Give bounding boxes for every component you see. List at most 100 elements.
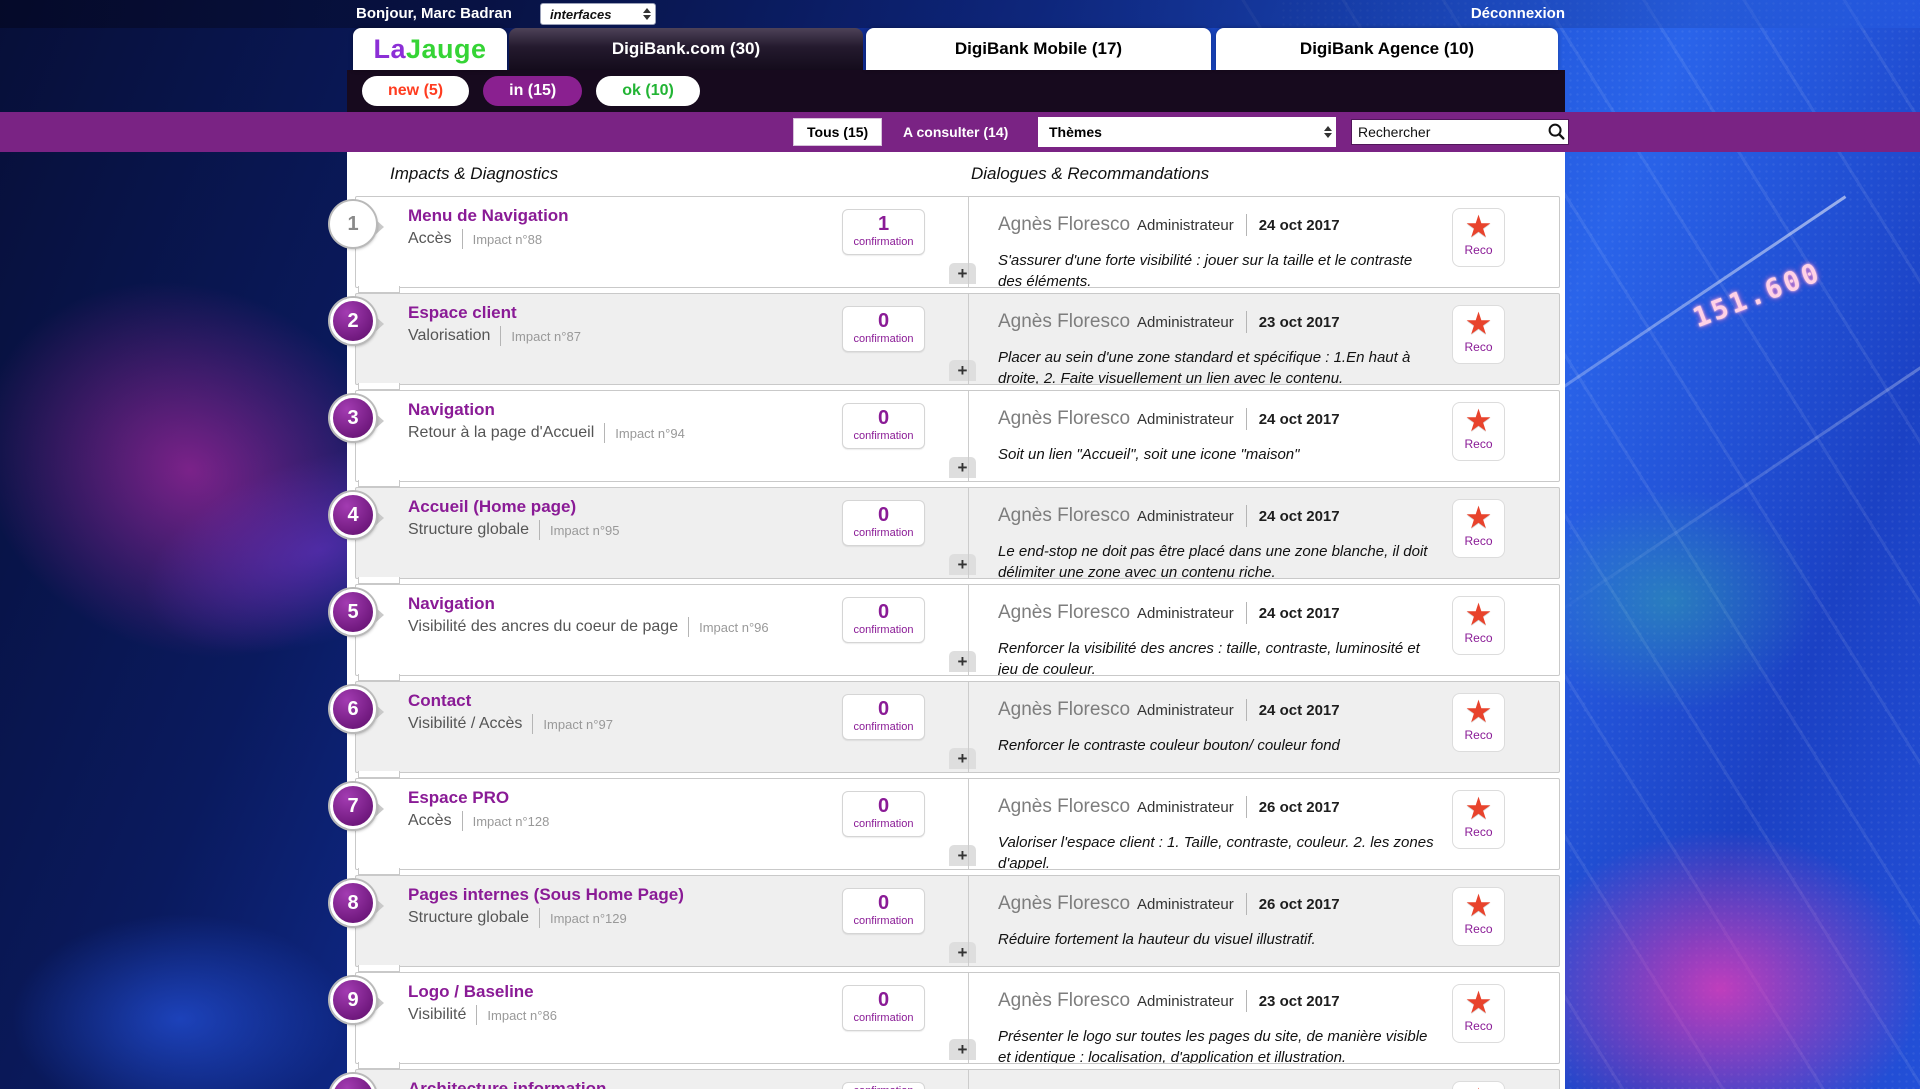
interface-select[interactable]: interfaces — [540, 3, 656, 25]
logout-link[interactable]: Déconnexion — [1471, 5, 1565, 22]
impact-number-badge: 4 — [330, 492, 384, 542]
author-name: Agnès Floresco — [998, 311, 1130, 333]
reco-star-badge[interactable]: ★ Reco — [1452, 499, 1505, 558]
confirmation-counter[interactable]: 0 confirmation — [842, 306, 925, 352]
dialogue-section: Agnès Floresco Administrateur 24 oct 201… — [969, 488, 1559, 578]
star-icon: ★ — [1453, 404, 1504, 438]
filter-a-consulter-button[interactable]: A consulter (14) — [903, 112, 1008, 152]
lajauge-logo-tab[interactable]: LaJauge — [353, 28, 507, 70]
author-name: Agnès Floresco — [998, 796, 1130, 818]
author-name: Agnès Floresco — [998, 214, 1130, 236]
impact-title[interactable]: Pages internes (Sous Home Page) — [408, 885, 684, 905]
impact-title[interactable]: Espace PRO — [408, 788, 509, 808]
impact-row: 3 Navigation Retour à la page d'Accueil … — [355, 390, 1560, 482]
impact-title[interactable]: Accueil (Home page) — [408, 497, 576, 517]
reco-star-badge[interactable]: ★ Reco — [1452, 984, 1505, 1043]
author-role: Administrateur — [1137, 314, 1234, 331]
reco-label: Reco — [1453, 729, 1504, 742]
separator — [1246, 311, 1247, 333]
author-line: Agnès Floresco Administrateur 23 oct 201… — [998, 990, 1340, 1012]
author-role: Administrateur — [1137, 799, 1234, 816]
confirmation-counter[interactable]: 1 confirmation — [842, 209, 925, 255]
impact-row: 5 Navigation Visibilité des ancres du co… — [355, 584, 1560, 676]
themes-select[interactable]: Thèmes — [1038, 117, 1336, 147]
confirmation-counter[interactable]: 0 confirmation — [842, 694, 925, 740]
impact-number-badge: 10 — [330, 1074, 384, 1089]
impact-subtitle: Valorisation Impact n°87 — [408, 326, 581, 346]
author-line: Agnès Floresco Administrateur 24 oct 201… — [998, 408, 1340, 430]
reco-star-badge[interactable]: ★ Reco — [1452, 887, 1505, 946]
impact-subtitle: Accès Impact n°128 — [408, 811, 549, 831]
reco-star-badge[interactable]: ★ Reco — [1452, 1081, 1505, 1089]
impact-row: 1 Menu de Navigation Accès Impact n°88 1… — [355, 196, 1560, 288]
filter-tous-button[interactable]: Tous (15) — [793, 118, 882, 146]
author-line: Agnès Floresco Administrateur 26 oct 201… — [998, 796, 1340, 818]
tab-digibank-mobile[interactable]: DigiBank Mobile (17) — [866, 28, 1211, 70]
impact-title[interactable]: Contact — [408, 691, 471, 711]
confirmation-counter[interactable]: 0 confirmation — [842, 985, 925, 1031]
star-icon: ★ — [1453, 1083, 1504, 1089]
impact-number-label: Impact n°96 — [699, 620, 769, 635]
confirmation-counter[interactable]: 0 confirmation — [842, 791, 925, 837]
impact-number-badge: 3 — [330, 395, 384, 445]
impact-title[interactable]: Navigation — [408, 400, 495, 420]
impact-number-badge: 8 — [330, 880, 384, 930]
impact-title[interactable]: Navigation — [408, 594, 495, 614]
star-icon: ★ — [1453, 501, 1504, 535]
star-icon: ★ — [1453, 598, 1504, 632]
impact-title[interactable]: Menu de Navigation — [408, 206, 569, 226]
reco-label: Reco — [1453, 923, 1504, 936]
recommendation-text: Placer au sein d'une zone standard et sp… — [998, 347, 1434, 384]
author-line: Agnès Floresco Administrateur 24 oct 201… — [998, 602, 1340, 624]
reco-label: Reco — [1453, 826, 1504, 839]
author-role: Administrateur — [1137, 411, 1234, 428]
search-icon[interactable] — [1545, 121, 1567, 143]
reco-label: Reco — [1453, 1020, 1504, 1033]
confirmation-counter[interactable]: 0 confirmation — [842, 597, 925, 643]
tab-digibank-agence[interactable]: DigiBank Agence (10) — [1216, 28, 1558, 70]
impact-title[interactable]: Architecture information — [408, 1079, 606, 1089]
author-name: Agnès Floresco — [998, 408, 1130, 430]
confirmation-counter[interactable]: 0 confirmation — [842, 500, 925, 546]
app-window: 151.600 Bonjour, Marc Badran interfaces … — [0, 0, 1920, 1089]
impact-number-label: Impact n°128 — [473, 814, 550, 829]
impact-row: 2 Espace client Valorisation Impact n°87… — [355, 293, 1560, 385]
author-line: Agnès Floresco Administrateur 24 oct 201… — [998, 505, 1340, 527]
pill-new[interactable]: new (5) — [362, 76, 469, 106]
search-box — [1351, 119, 1569, 145]
recommendation-text: Renforcer le contraste couleur bouton/ c… — [998, 735, 1434, 772]
separator — [688, 617, 689, 637]
confirmation-counter[interactable]: 0 confirmation — [842, 888, 925, 934]
confirmation-counter[interactable]: 0 confirmation — [842, 403, 925, 449]
separator — [462, 229, 463, 249]
reco-star-badge[interactable]: ★ Reco — [1452, 693, 1505, 752]
column-header-dialogues: Dialogues & Recommandations — [971, 164, 1209, 184]
pill-ok[interactable]: ok (10) — [596, 76, 700, 106]
author-name: Agnès Floresco — [998, 602, 1130, 624]
tab-row: LaJauge DigiBank.com (30) DigiBank Mobil… — [0, 28, 1920, 70]
separator — [539, 520, 540, 540]
reco-star-badge[interactable]: ★ Reco — [1452, 402, 1505, 461]
author-line: Agnès Floresco Administrateur 24 oct 201… — [998, 214, 1340, 236]
reco-label: Reco — [1453, 341, 1504, 354]
impact-subtitle: Structure globale Impact n°95 — [408, 520, 619, 540]
impact-number-badge: 1 — [330, 201, 384, 251]
pill-in[interactable]: in (15) — [483, 76, 582, 106]
reco-star-badge[interactable]: ★ Reco — [1452, 790, 1505, 849]
star-icon: ★ — [1453, 695, 1504, 729]
search-input[interactable] — [1352, 124, 1545, 140]
reco-label: Reco — [1453, 535, 1504, 548]
separator — [604, 423, 605, 443]
tab-digibank-com[interactable]: DigiBank.com (30) — [509, 28, 863, 70]
impact-title[interactable]: Espace client — [408, 303, 517, 323]
reco-star-badge[interactable]: ★ Reco — [1452, 305, 1505, 364]
author-role: Administrateur — [1137, 702, 1234, 719]
reco-star-badge[interactable]: ★ Reco — [1452, 208, 1505, 267]
reco-star-badge[interactable]: ★ Reco — [1452, 596, 1505, 655]
row-notch — [358, 674, 400, 681]
impact-title[interactable]: Logo / Baseline — [408, 982, 534, 1002]
status-pills-row: new (5) in (15) ok (10) — [347, 70, 1565, 112]
impact-subtitle: Retour à la page d'Accueil Impact n°94 — [408, 423, 685, 443]
date: 23 oct 2017 — [1259, 993, 1340, 1010]
confirmation-counter[interactable]: confirmation — [842, 1082, 925, 1089]
